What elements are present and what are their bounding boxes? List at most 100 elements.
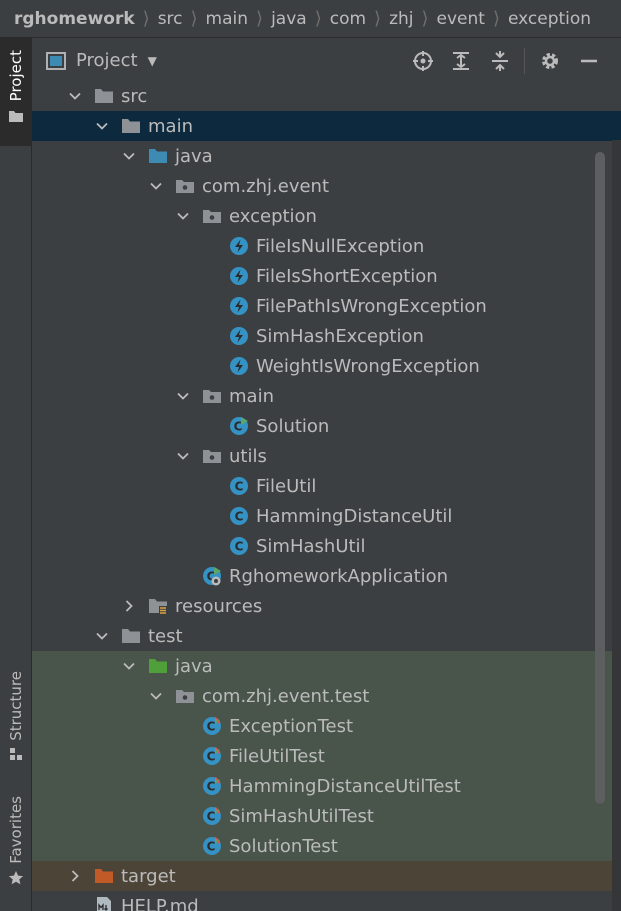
chevron-down-icon[interactable] bbox=[68, 89, 82, 103]
tree-row[interactable]: FileIsNullException bbox=[32, 231, 621, 261]
tree-row[interactable]: main bbox=[32, 111, 621, 141]
folder-icon bbox=[8, 111, 23, 123]
gear-icon[interactable] bbox=[539, 50, 561, 72]
tree-row[interactable]: resources bbox=[32, 591, 621, 621]
folder-icon bbox=[121, 116, 141, 136]
test-class-icon: C bbox=[202, 776, 222, 796]
tree-item-label: test bbox=[148, 625, 183, 647]
tree-item-label: SolutionTest bbox=[229, 835, 338, 857]
tree-row[interactable]: utils bbox=[32, 441, 621, 471]
tree-row[interactable]: com.zhj.event bbox=[32, 171, 621, 201]
tree-row[interactable]: WeightIsWrongException bbox=[32, 351, 621, 381]
tree-row[interactable]: C ExceptionTest bbox=[32, 711, 621, 741]
chevron-down-icon[interactable] bbox=[95, 629, 109, 643]
tree-row[interactable]: com.zhj.event.test bbox=[32, 681, 621, 711]
breadcrumb-item[interactable]: exception bbox=[505, 9, 594, 29]
tree-row[interactable]: main bbox=[32, 381, 621, 411]
chevron-down-icon[interactable] bbox=[122, 149, 136, 163]
tree-item-label: java bbox=[175, 655, 213, 677]
favorites-tool-tab[interactable]: Favorites bbox=[0, 796, 31, 898]
breadcrumb-item[interactable]: java bbox=[268, 9, 310, 29]
tree-item-label: RghomeworkApplication bbox=[229, 565, 449, 587]
project-tree: src main java com.zhj.event exception FileIsN… bbox=[32, 83, 621, 911]
chevron-right-icon[interactable] bbox=[122, 599, 136, 613]
tree-row[interactable]: C SimHashUtil bbox=[32, 531, 621, 561]
chevron-down-icon[interactable] bbox=[122, 659, 136, 673]
tree-row[interactable]: FileIsShortException bbox=[32, 261, 621, 291]
markdown-file-icon bbox=[94, 896, 114, 911]
chevron-right-icon: ⟩ bbox=[142, 8, 150, 29]
tree-row[interactable]: SimHashException bbox=[32, 321, 621, 351]
tree-item-label: exception bbox=[229, 205, 317, 227]
project-view-icon bbox=[46, 51, 66, 70]
tree-row[interactable]: C Solution bbox=[32, 411, 621, 441]
expand-all-icon[interactable] bbox=[450, 50, 472, 72]
chevron-right-icon: ⟩ bbox=[190, 8, 198, 29]
tree-row[interactable]: C FileUtilTest bbox=[32, 741, 621, 771]
breadcrumb-item[interactable]: main bbox=[203, 9, 251, 29]
chevron-right-icon: ⟩ bbox=[374, 8, 382, 29]
tree-item-label: com.zhj.event.test bbox=[202, 685, 370, 707]
package-icon bbox=[202, 386, 222, 406]
tree-item-label: FileUtil bbox=[256, 475, 317, 497]
test-folder-icon bbox=[148, 656, 168, 676]
chevron-down-icon[interactable] bbox=[176, 449, 190, 463]
tree-row[interactable]: java bbox=[32, 141, 621, 171]
tree-row[interactable]: exception bbox=[32, 201, 621, 231]
exception-class-icon bbox=[229, 236, 249, 256]
breadcrumb-item[interactable]: event bbox=[434, 9, 488, 29]
tree-row[interactable]: C HammingDistanceUtil bbox=[32, 501, 621, 531]
tree-row[interactable]: C FileUtil bbox=[32, 471, 621, 501]
chevron-right-icon: ⟩ bbox=[421, 8, 429, 29]
tree-item-label: src bbox=[121, 85, 148, 107]
project-tab-label: Project bbox=[6, 50, 25, 102]
collapse-all-icon[interactable] bbox=[489, 50, 511, 72]
star-icon bbox=[8, 870, 23, 885]
tree-row[interactable]: src bbox=[32, 83, 621, 111]
tree-item-label: ExceptionTest bbox=[229, 715, 354, 737]
tree-item-label: java bbox=[175, 145, 213, 167]
tree-row[interactable]: test bbox=[32, 621, 621, 651]
chevron-down-icon[interactable] bbox=[149, 689, 163, 703]
chevron-right-icon[interactable] bbox=[68, 869, 82, 883]
tree-row[interactable]: java bbox=[32, 651, 621, 681]
tree-item-label: FilePathIsWrongException bbox=[256, 295, 487, 317]
chevron-down-icon[interactable] bbox=[176, 209, 190, 223]
tree-row[interactable]: FilePathIsWrongException bbox=[32, 291, 621, 321]
test-class-icon: C bbox=[202, 746, 222, 766]
tree-row[interactable]: C SolutionTest bbox=[32, 831, 621, 861]
breadcrumb-item[interactable]: src bbox=[155, 9, 186, 29]
folder-icon bbox=[121, 626, 141, 646]
tree-row[interactable]: C SimHashUtilTest bbox=[32, 801, 621, 831]
breadcrumb-item[interactable]: zhj bbox=[386, 9, 416, 29]
breadcrumb-item[interactable]: com bbox=[327, 9, 369, 29]
svg-text:C: C bbox=[235, 540, 244, 554]
tree-item-label: HammingDistanceUtil bbox=[256, 505, 453, 527]
scrollbar-thumb[interactable] bbox=[595, 152, 605, 804]
scrollbar-track[interactable] bbox=[612, 140, 621, 911]
tree-item-label: SimHashUtilTest bbox=[229, 805, 374, 827]
triangle-down-icon[interactable]: ▼ bbox=[148, 54, 157, 68]
tree-row[interactable]: HELP.md bbox=[32, 891, 621, 911]
chevron-down-icon[interactable] bbox=[176, 389, 190, 403]
tree-item-label: SimHashUtil bbox=[256, 535, 366, 557]
tree-item-label: main bbox=[148, 115, 193, 137]
tree-row[interactable]: C HammingDistanceUtilTest bbox=[32, 771, 621, 801]
structure-tool-tab[interactable]: Structure bbox=[0, 671, 31, 771]
locate-icon[interactable] bbox=[412, 50, 434, 72]
chevron-right-icon: ⟩ bbox=[256, 8, 264, 29]
tree-row[interactable]: target bbox=[32, 861, 621, 891]
chevron-down-icon[interactable] bbox=[95, 119, 109, 133]
chevron-down-icon[interactable] bbox=[149, 179, 163, 193]
class-icon: C bbox=[229, 476, 249, 496]
svg-text:C: C bbox=[207, 720, 216, 734]
tree-item-label: FileIsShortException bbox=[256, 265, 438, 287]
minimize-icon[interactable] bbox=[578, 50, 600, 72]
test-class-icon: C bbox=[202, 716, 222, 736]
breadcrumb-item[interactable]: rghomework bbox=[0, 9, 138, 29]
project-tool-tab[interactable]: Project bbox=[0, 38, 31, 146]
tree-item-label: main bbox=[229, 385, 274, 407]
tree-item-label: HammingDistanceUtilTest bbox=[229, 775, 461, 797]
structure-tab-label: Structure bbox=[6, 671, 25, 741]
tree-row[interactable]: C RghomeworkApplication bbox=[32, 561, 621, 591]
